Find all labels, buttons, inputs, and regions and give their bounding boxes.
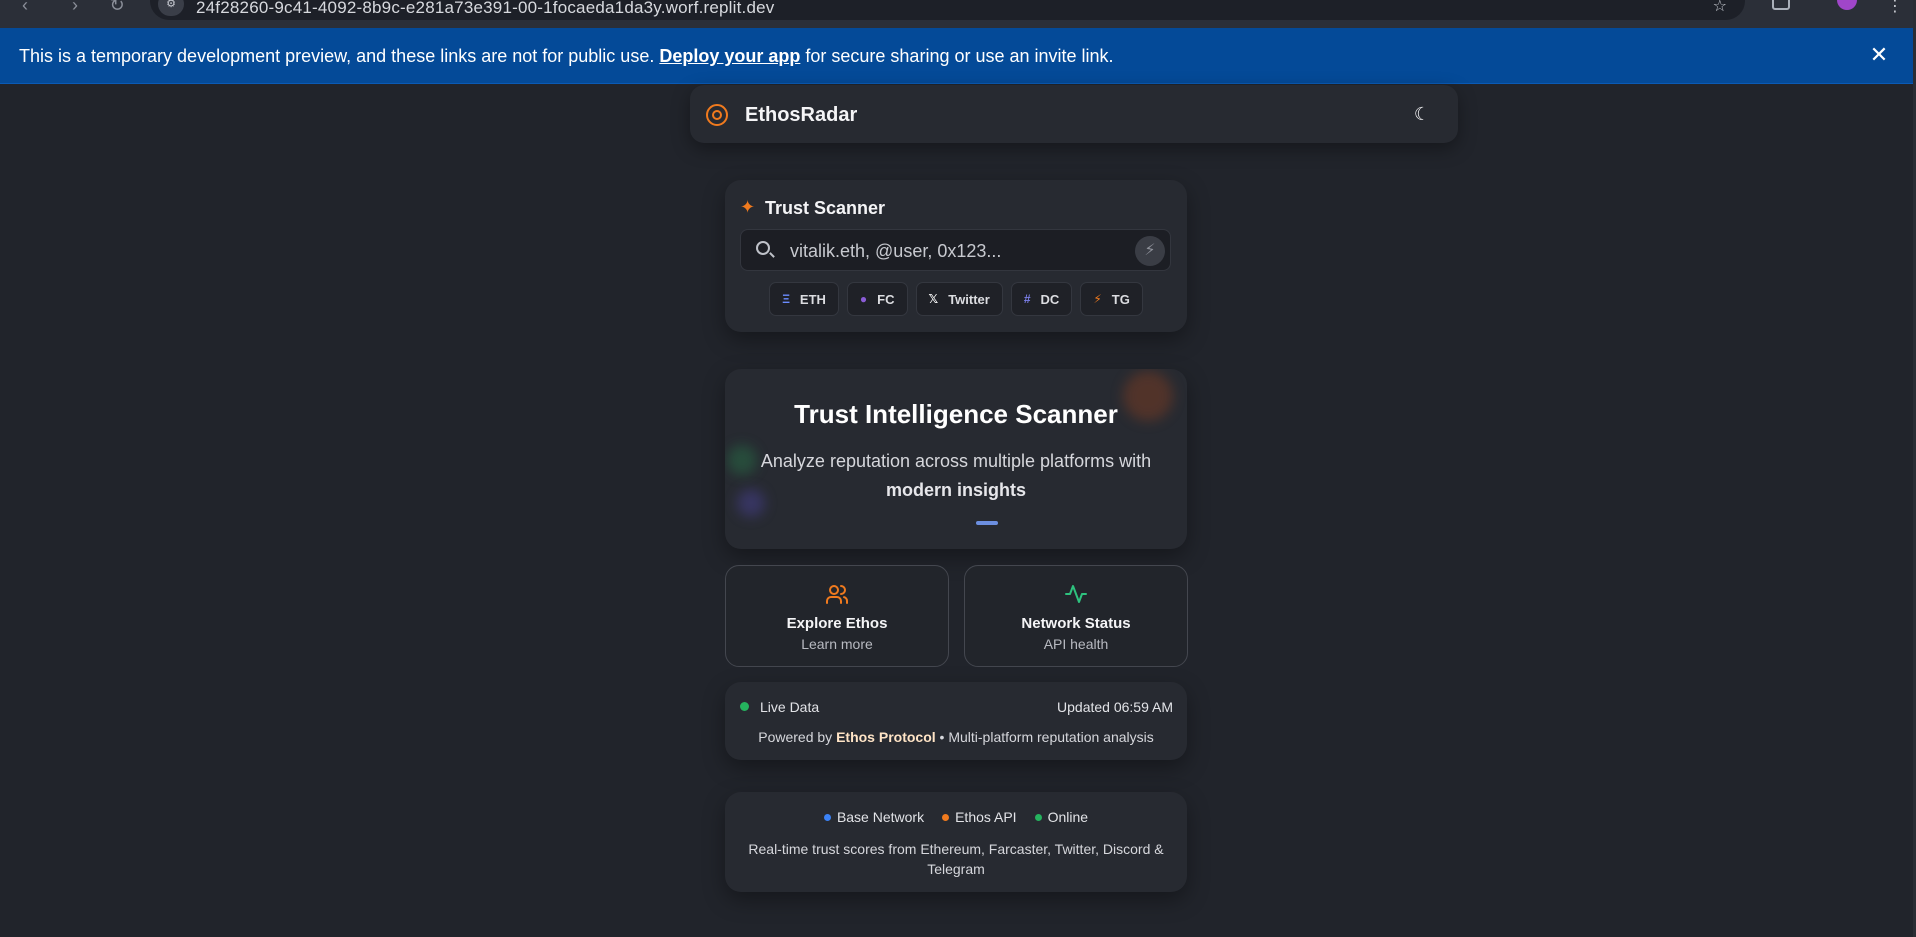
farcaster-dot-icon: ●: [859, 292, 868, 306]
explore-ethos-button[interactable]: Explore Ethos Learn more: [725, 565, 949, 667]
status-dot: [942, 813, 950, 821]
forward-icon[interactable]: ›: [64, 0, 86, 16]
trust-scanner-card: ✦ Trust Scanner ⚡ Ξ ETH ● FC 𝕏 Twitter #…: [725, 180, 1187, 332]
powered-prefix: Powered by: [758, 729, 833, 745]
extensions-icon[interactable]: [1772, 0, 1790, 10]
decorative-green-blob: [727, 445, 757, 475]
scan-button[interactable]: ⚡: [1135, 236, 1165, 266]
chip-twitter[interactable]: 𝕏 Twitter: [915, 282, 1003, 316]
powered-by: Powered by Ethos Protocol • Multi-platfo…: [725, 729, 1187, 745]
live-status-dot: [740, 702, 749, 711]
chip-label: FC: [877, 291, 895, 307]
network-status-row: Base Network Ethos API Online: [725, 809, 1187, 825]
profile-avatar[interactable]: [1837, 0, 1857, 10]
network-status-button[interactable]: Network Status API health: [964, 565, 1188, 667]
intel-subtitle: Analyze reputation across multiple platf…: [755, 447, 1157, 505]
deploy-link[interactable]: Deploy your app: [659, 46, 800, 66]
chip-eth[interactable]: Ξ ETH: [769, 282, 839, 316]
chip-label: Twitter: [948, 291, 990, 307]
intelligence-card: Trust Intelligence Scanner Analyze reput…: [725, 369, 1187, 549]
banner-text: This is a temporary development preview,…: [19, 46, 655, 66]
search-input[interactable]: [790, 238, 1120, 264]
status-label: Online: [1047, 809, 1089, 825]
network-description: Real-time trust scores from Ethereum, Fa…: [748, 841, 1164, 877]
radar-logo-icon: [706, 104, 728, 126]
chip-dc[interactable]: # DC: [1010, 282, 1073, 316]
hash-icon: #: [1023, 292, 1031, 306]
platform-chips: Ξ ETH ● FC 𝕏 Twitter # DC ⚡ TG: [725, 282, 1187, 316]
dev-preview-banner: This is a temporary development preview,…: [0, 28, 1916, 84]
banner-text-after: for secure sharing or use an invite link…: [805, 46, 1114, 66]
moon-icon[interactable]: ☾: [1410, 102, 1434, 126]
bookmark-star-icon[interactable]: ☆: [1713, 0, 1727, 16]
carousel-indicator[interactable]: [976, 521, 998, 525]
lightning-icon: ⚡: [1093, 292, 1102, 306]
network-info-card: Base Network Ethos API Online Real-time …: [725, 792, 1187, 892]
search-box[interactable]: ⚡: [740, 229, 1171, 271]
status-dot: [1034, 813, 1042, 821]
search-icon: [756, 241, 770, 255]
action-subtitle: Learn more: [801, 636, 873, 652]
chip-label: DC: [1040, 291, 1060, 307]
back-icon[interactable]: ‹: [14, 0, 36, 16]
close-banner-icon[interactable]: ✕: [1866, 42, 1892, 68]
powered-suffix: • Multi-platform reputation analysis: [939, 729, 1154, 745]
chip-label: ETH: [799, 291, 826, 307]
action-title: Explore Ethos: [786, 615, 888, 632]
app-header: EthosRadar ☾: [690, 85, 1458, 143]
x-icon: 𝕏: [928, 292, 939, 306]
live-label: Live Data: [760, 699, 820, 715]
ethereum-icon: Ξ: [782, 292, 790, 306]
ethos-protocol-link[interactable]: Ethos Protocol: [836, 729, 936, 745]
intel-subtitle-bold: modern insights: [885, 480, 1026, 500]
address-bar[interactable]: ⚙ 24f28260-9c41-4092-8b9c-e281a73e391-00…: [150, 0, 1745, 20]
sparkle-icon: ✦: [740, 197, 756, 217]
status-dot: [823, 813, 831, 821]
intel-title: Trust Intelligence Scanner: [794, 399, 1118, 429]
url-text[interactable]: 24f28260-9c41-4092-8b9c-e281a73e391-00-1…: [196, 0, 774, 18]
status-label: Ethos API: [955, 809, 1017, 825]
updated-time: Updated 06:59 AM: [1057, 699, 1173, 715]
activity-icon: [965, 582, 1187, 612]
chip-label: TG: [1111, 291, 1130, 307]
lightning-icon: ⚡: [1144, 242, 1156, 259]
status-online: Online: [1034, 809, 1089, 825]
status-label: Base Network: [836, 809, 925, 825]
users-icon: [726, 582, 948, 612]
browser-menu-icon[interactable]: ⋮: [1887, 0, 1903, 16]
action-title: Network Status: [1021, 615, 1131, 632]
live-data-card: Live Data Updated 06:59 AM Powered by Et…: [725, 682, 1187, 760]
brand-name[interactable]: EthosRadar: [745, 104, 857, 127]
reload-icon[interactable]: ↻: [106, 0, 128, 16]
chip-fc[interactable]: ● FC: [846, 282, 908, 316]
intel-subtitle-text: Analyze reputation across multiple platf…: [760, 451, 1152, 471]
status-ethos-api: Ethos API: [942, 809, 1017, 825]
action-subtitle: API health: [1043, 636, 1109, 652]
browser-toolbar: ‹ › ↻ ⚙ 24f28260-9c41-4092-8b9c-e281a73e…: [0, 0, 1916, 28]
chip-tg[interactable]: ⚡ TG: [1080, 282, 1143, 316]
status-base-network: Base Network: [823, 809, 925, 825]
scanner-title: Trust Scanner: [765, 198, 886, 218]
site-info-icon[interactable]: ⚙: [158, 0, 184, 16]
banner-message: This is a temporary development preview,…: [19, 46, 1114, 67]
